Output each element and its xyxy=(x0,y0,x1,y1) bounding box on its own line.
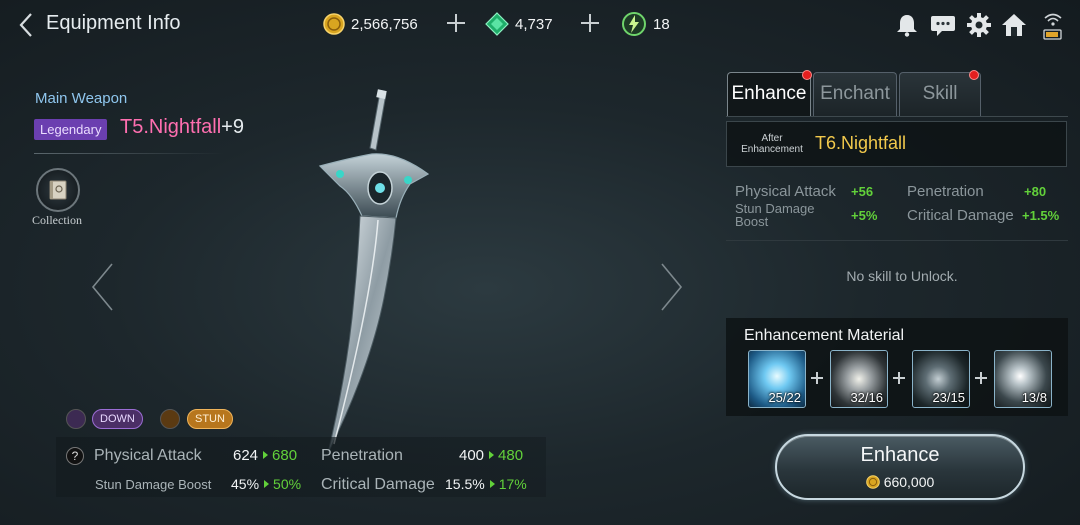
chat-icon[interactable] xyxy=(929,12,957,38)
page-title: Equipment Info xyxy=(46,12,181,34)
material-silver-blade[interactable]: 13/8 xyxy=(994,350,1052,408)
lightning-emblem-icon xyxy=(622,12,646,36)
down-effect-icon xyxy=(66,409,86,429)
gear-icon[interactable] xyxy=(966,12,992,38)
bonus-critical-damage-label: Critical Damage xyxy=(907,207,1014,224)
item-name-text: T5.Nightfall xyxy=(120,116,222,138)
after-label-line1: After xyxy=(761,133,783,144)
gold-coin-icon xyxy=(323,13,345,35)
tab-skill[interactable]: Skill xyxy=(899,72,981,116)
gold-counter: 2,566,756 xyxy=(323,12,418,36)
gold-coin-icon xyxy=(865,475,880,489)
stat-physical-attack-label: Physical Attack xyxy=(94,447,202,464)
enhance-notification-badge xyxy=(802,70,812,80)
tab-enhance[interactable]: Enhance xyxy=(727,72,811,116)
bell-icon[interactable] xyxy=(894,12,920,38)
bonus-physical-attack-label: Physical Attack xyxy=(735,183,836,200)
stat-value-current: 624 xyxy=(233,447,259,464)
bonus-penetration-label: Penetration xyxy=(907,183,984,200)
arrow-right-icon xyxy=(263,451,269,459)
after-label-line2: Enhancement xyxy=(741,144,803,155)
stat-physical-attack-values: 624 680 xyxy=(233,447,297,465)
top-bar: Equipment Info 2,566,756 4,737 18 xyxy=(0,0,1080,50)
bonus-stun-label-line2: Boost xyxy=(735,214,769,229)
stat-penetration-values: 400 480 xyxy=(459,447,523,465)
next-tier-name: T6.Nightfall xyxy=(815,133,907,153)
stat-value-next: 17% xyxy=(498,476,527,492)
stat-value-current: 45% xyxy=(231,476,260,492)
skill-unlock-message: No skill to Unlock. xyxy=(846,268,958,284)
stun-effect-icon xyxy=(160,409,180,429)
stat-stun-damage-boost-values: 45% 50% xyxy=(231,476,301,494)
tab-enchant[interactable]: Enchant xyxy=(813,72,897,116)
green-gem-icon xyxy=(485,12,509,36)
weapon-image xyxy=(318,89,430,454)
back-arrow-icon[interactable] xyxy=(16,12,38,38)
help-icon[interactable]: ? xyxy=(66,447,84,465)
gold-amount: 2,566,756 xyxy=(351,15,418,33)
add-gold-button[interactable] xyxy=(443,10,469,36)
grade-badge: Legendary xyxy=(34,119,108,140)
tab-divider xyxy=(726,116,1068,117)
plus-icon xyxy=(973,370,989,386)
item-level: +9 xyxy=(221,116,244,138)
bonus-stun-damage-boost-label: Stun Damage Boost xyxy=(735,202,815,228)
bonus-stun-damage-boost-value: +5% xyxy=(851,208,878,223)
material-ice-crystal[interactable]: 25/22 xyxy=(748,350,806,408)
gem-counter: 4,737 xyxy=(485,12,553,36)
collection-label: Collection xyxy=(32,213,82,227)
home-icon[interactable] xyxy=(1001,12,1027,38)
plus-icon xyxy=(891,370,907,386)
skill-notification-badge xyxy=(969,70,979,80)
divider xyxy=(726,240,1068,241)
gem-amount: 4,737 xyxy=(515,15,553,33)
ticket-amount: 18 xyxy=(653,15,670,33)
stat-critical-damage-values: 15.5% 17% xyxy=(445,476,527,494)
arrow-right-icon xyxy=(489,451,495,459)
plus-icon xyxy=(809,370,825,386)
collection-button[interactable] xyxy=(36,168,80,212)
tag-stun: STUN xyxy=(187,409,233,429)
add-gem-button[interactable] xyxy=(577,10,603,36)
tag-down: DOWN xyxy=(92,409,143,429)
slot-label: Main Weapon xyxy=(35,90,128,107)
book-icon xyxy=(49,180,67,200)
wifi-battery-icon xyxy=(1043,13,1062,40)
stat-value-next: 680 xyxy=(272,447,298,464)
material-count: 23/15 xyxy=(932,390,965,405)
enhance-cost-amount: 660,000 xyxy=(883,474,935,490)
bonus-critical-damage-value: +1.5% xyxy=(1022,208,1060,223)
material-potion-jar[interactable]: 32/16 xyxy=(830,350,888,408)
stat-value-next: 480 xyxy=(498,447,524,464)
enhance-button-label: Enhance xyxy=(860,444,940,466)
bonus-penetration-value: +80 xyxy=(1024,184,1047,199)
after-enhancement-label: After Enhancement xyxy=(736,133,808,155)
stat-value-current: 15.5% xyxy=(445,476,485,492)
arrow-right-icon xyxy=(489,480,495,488)
material-title: Enhancement Material xyxy=(744,327,905,344)
material-count: 25/22 xyxy=(768,390,801,405)
stat-value-current: 400 xyxy=(459,447,485,464)
stat-penetration-label: Penetration xyxy=(321,447,403,464)
stat-stun-damage-boost-label: Stun Damage Boost xyxy=(95,477,212,492)
material-dark-claw[interactable]: 23/15 xyxy=(912,350,970,408)
bonus-physical-attack-value: +56 xyxy=(851,184,874,199)
item-name: T5.Nightfall+9 xyxy=(120,116,244,139)
stat-critical-damage-label: Critical Damage xyxy=(321,476,435,493)
divider xyxy=(34,153,224,154)
ticket-counter: 18 xyxy=(621,12,670,36)
previous-item-arrow-icon[interactable] xyxy=(90,262,116,312)
material-count: 32/16 xyxy=(850,390,883,405)
material-count: 13/8 xyxy=(1021,390,1047,405)
next-item-arrow-icon[interactable] xyxy=(658,262,684,312)
enhance-cost: 660,000 xyxy=(775,474,1025,490)
stat-value-next: 50% xyxy=(273,476,302,492)
arrow-right-icon xyxy=(264,480,270,488)
